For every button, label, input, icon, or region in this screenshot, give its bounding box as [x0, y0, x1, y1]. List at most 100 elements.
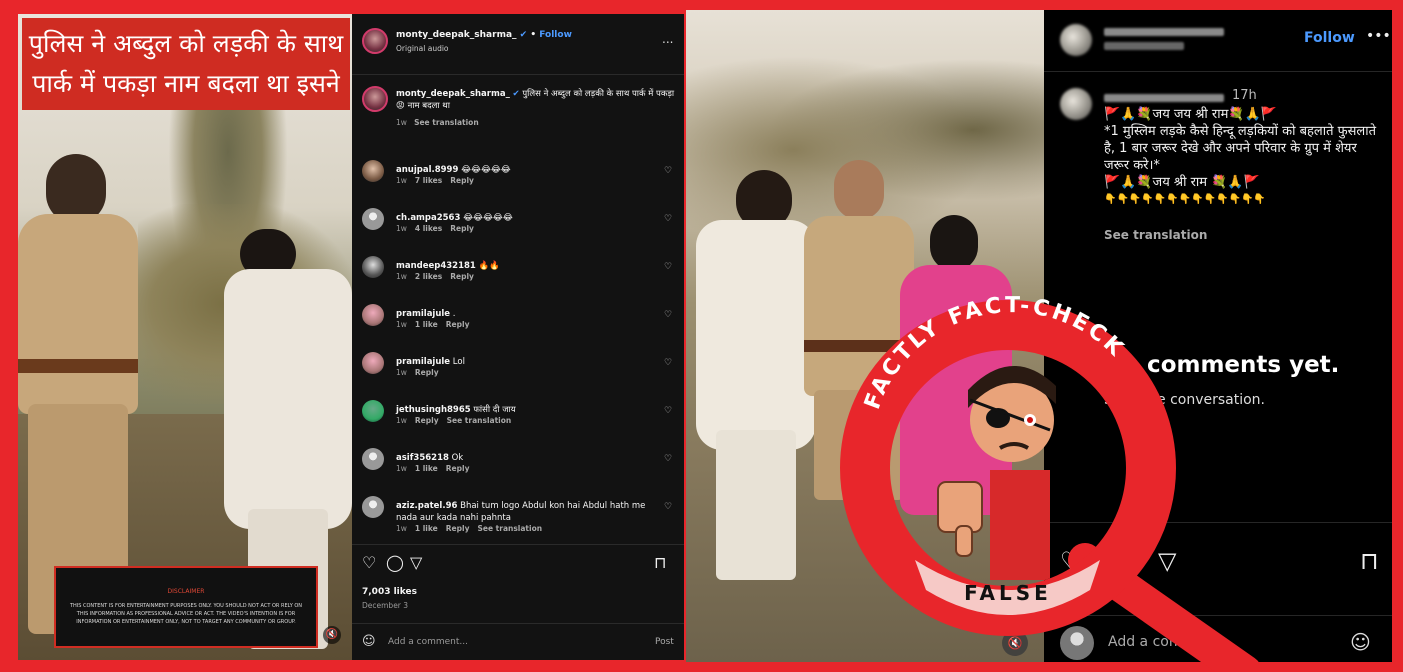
comment-row: pramilajule Lol 1w Reply ♡: [352, 350, 684, 396]
likes-count[interactable]: 7,003 likes: [362, 587, 417, 597]
comment-likes[interactable]: 2 likes: [415, 272, 442, 281]
avatar[interactable]: [362, 28, 388, 54]
commenter-username[interactable]: anujpal.8999: [396, 165, 458, 175]
comment-text: 🔥🔥: [478, 261, 500, 271]
comment-row: aziz.patel.96 Bhai tum logo Abdul kon ha…: [352, 494, 684, 540]
left-instagram-screenshot: पुलिस ने अब्दुल को लड़की के साथ पार्क मे…: [18, 14, 684, 660]
follow-button[interactable]: Follow: [539, 30, 572, 40]
heart-icon[interactable]: ♡: [1060, 547, 1082, 575]
comment-likes[interactable]: 4 likes: [415, 224, 442, 233]
commenter-avatar[interactable]: [362, 352, 384, 374]
post-button[interactable]: Post: [655, 637, 674, 647]
post-header: monty_deepak_sharma_ ✔ • Follow Original…: [352, 14, 684, 74]
comment-meta: 1w 7 likes Reply: [396, 176, 482, 185]
comment-likes[interactable]: 1 like: [415, 524, 438, 533]
comment-like-icon[interactable]: ♡: [664, 454, 672, 464]
comment-text-block: pramilajule Lol: [396, 356, 651, 368]
see-translation-link[interactable]: See translation: [414, 118, 479, 127]
header-username[interactable]: monty_deepak_sharma_: [396, 30, 517, 40]
left-video[interactable]: पुलिस ने अब्दुल को लड़की के साथ पार्क मे…: [18, 14, 352, 660]
reply-button[interactable]: Reply: [446, 320, 470, 329]
reply-button[interactable]: Reply: [450, 176, 474, 185]
comment-meta: 1w 1 like Reply: [396, 464, 477, 473]
commenter-username[interactable]: aziz.patel.96: [396, 501, 457, 511]
reply-button[interactable]: Reply: [450, 224, 474, 233]
add-comment-input[interactable]: Add a comment...: [388, 637, 468, 647]
right-video[interactable]: 🔇: [686, 10, 1044, 662]
blurred-avatar[interactable]: [1060, 24, 1092, 56]
mute-icon[interactable]: 🔇: [1002, 630, 1028, 656]
comment-text: .: [452, 309, 456, 319]
reply-button[interactable]: Reply: [446, 524, 470, 533]
comment-like-icon[interactable]: ♡: [664, 166, 672, 176]
man-legs: [716, 430, 796, 580]
comment-meta: 1w 1 like Reply: [396, 320, 477, 329]
commenter-avatar[interactable]: [362, 256, 384, 278]
commenter-avatar[interactable]: [362, 448, 384, 470]
action-bar: ♡ ◯ ▽ ⊓ 7,003 likes December 3 ☺ Add a c…: [352, 544, 684, 660]
commenter-avatar[interactable]: [362, 160, 384, 182]
commenter-username[interactable]: mandeep432181: [396, 261, 476, 271]
commenter-username[interactable]: pramilajule: [396, 309, 450, 319]
caption-username[interactable]: monty_deepak_sharma_: [396, 89, 510, 99]
mute-icon[interactable]: 🔇: [323, 626, 341, 644]
comment-likes[interactable]: 1 like: [415, 320, 438, 329]
follow-button[interactable]: Follow: [1304, 30, 1355, 46]
see-translation-link[interactable]: See translation: [477, 524, 542, 533]
commenter-username[interactable]: asif356218: [396, 453, 449, 463]
reply-button[interactable]: Reply: [415, 368, 439, 377]
comment-row: mandeep432181 🔥🔥 1w 2 likes Reply ♡: [352, 254, 684, 300]
comment-icon[interactable]: ◯: [386, 553, 404, 572]
commenter-avatar[interactable]: [362, 400, 384, 422]
see-translation-link[interactable]: See translation: [1104, 228, 1207, 242]
heart-icon[interactable]: ♡: [362, 553, 376, 572]
man-body: [696, 220, 816, 450]
bookmark-icon[interactable]: ⊓: [1360, 547, 1379, 575]
video-title-overlay: पुलिस ने अब्दुल को लड़की के साथ पार्क मे…: [22, 18, 350, 110]
caption-line: *1 मुस्लिम लड़के कैसे हिन्दू लड़कियों को…: [1104, 124, 1377, 173]
comment-row: anujpal.8999 😂😂😂😂😂 1w 7 likes Reply ♡: [352, 158, 684, 204]
caption-blurred-avatar[interactable]: [1060, 88, 1092, 120]
comment-like-icon[interactable]: ♡: [664, 502, 672, 512]
factcheck-frame: पुलिस ने अब्दुल को लड़की के साथ पार्क मे…: [0, 0, 1403, 672]
comment-meta: 1w 2 likes Reply: [396, 272, 482, 281]
commenter-avatar[interactable]: [362, 496, 384, 518]
commenter-avatar[interactable]: [362, 208, 384, 230]
add-comment-input[interactable]: Add a comment...: [1108, 634, 1232, 650]
divider: [352, 74, 684, 75]
comment-like-icon[interactable]: ♡: [664, 310, 672, 320]
comment-like-icon[interactable]: ♡: [664, 262, 672, 272]
dot-separator: •: [530, 30, 537, 40]
action-bar: ♡ ◯ ▽ ⊓ Add a comment... ☺: [1044, 522, 1392, 662]
comment-text-block: aziz.patel.96 Bhai tum logo Abdul kon ha…: [396, 500, 651, 524]
emoji-icon[interactable]: ☺: [1350, 630, 1371, 654]
caption-avatar[interactable]: [362, 86, 388, 112]
reply-button[interactable]: Reply: [415, 416, 439, 425]
more-options-icon[interactable]: •••: [1366, 28, 1391, 44]
comment-text: 😂😂😂😂😂: [463, 213, 513, 223]
commenter-username[interactable]: ch.ampa2563: [396, 213, 460, 223]
bookmark-icon[interactable]: ⊓: [654, 553, 666, 572]
share-icon[interactable]: ▽: [1158, 547, 1176, 575]
comment-like-icon[interactable]: ♡: [664, 406, 672, 416]
comment-like-icon[interactable]: ♡: [664, 214, 672, 224]
comment-icon[interactable]: ◯: [1114, 547, 1141, 575]
comment-likes[interactable]: 7 likes: [415, 176, 442, 185]
comment-text: 😂😂😂😂😂: [461, 165, 511, 175]
comment-likes[interactable]: 1 like: [415, 464, 438, 473]
blurred-username: [1104, 28, 1224, 36]
more-options-icon[interactable]: ...: [662, 32, 673, 46]
original-audio-link[interactable]: Original audio: [396, 44, 449, 53]
emoji-icon[interactable]: ☺: [362, 634, 376, 649]
comment-like-icon[interactable]: ♡: [664, 358, 672, 368]
commenter-username[interactable]: jethusingh8965: [396, 405, 471, 415]
share-icon[interactable]: ▽: [410, 553, 422, 572]
reply-button[interactable]: Reply: [450, 272, 474, 281]
commenter-avatar[interactable]: [362, 304, 384, 326]
blurred-subtitle: [1104, 42, 1184, 50]
commenter-username[interactable]: pramilajule: [396, 357, 450, 367]
see-translation-link[interactable]: See translation: [447, 416, 512, 425]
policeman-body: [18, 214, 138, 414]
reply-button[interactable]: Reply: [446, 464, 470, 473]
comment-time: 1w: [396, 368, 407, 377]
